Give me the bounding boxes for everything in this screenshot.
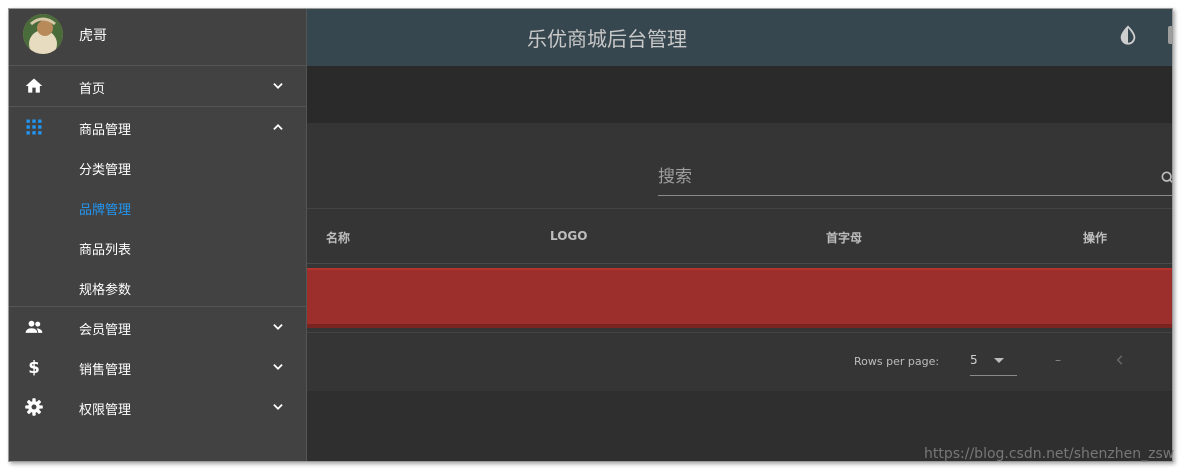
- chevron-down-icon: [273, 83, 283, 89]
- search-field: [658, 160, 1173, 196]
- nav-item-permissions[interactable]: 权限管理: [9, 387, 306, 427]
- rows-per-page-label: Rows per page:: [854, 355, 940, 368]
- user-name: 虎哥: [79, 28, 107, 44]
- nav-item-label: 首页: [79, 82, 106, 97]
- avatar[interactable]: [23, 14, 63, 54]
- navigation-drawer: 虎哥 首页 商品管理 分类管理 品牌管理 商品列表 规格参数 会员管理 $ 销售…: [9, 9, 307, 461]
- app-window: 乐优商城后台管理 名称 LOGO 首字母 操作 Rows per page: 5: [8, 8, 1173, 462]
- app-title: 乐优商城后台管理: [527, 27, 687, 51]
- people-icon: [25, 320, 43, 333]
- nav-subitem-label: 分类管理: [79, 163, 132, 178]
- nav-item-goods[interactable]: 商品管理: [9, 107, 306, 147]
- nav-item-label: 销售管理: [79, 363, 132, 378]
- rows-per-page-select[interactable]: 5: [970, 346, 1017, 376]
- nav-item-members[interactable]: 会员管理: [9, 307, 306, 347]
- chevron-left-icon[interactable]: [1113, 352, 1127, 368]
- search-input[interactable]: [658, 160, 1148, 194]
- nav-item-label: 商品管理: [79, 123, 132, 138]
- invert-colors-icon[interactable]: [1117, 24, 1139, 46]
- page-range-text: –: [1055, 353, 1061, 367]
- dropdown-arrow-icon: [994, 358, 1004, 363]
- chevron-up-icon: [273, 124, 283, 130]
- search-icon[interactable]: [1160, 170, 1173, 186]
- rows-per-page-value: 5: [970, 353, 978, 367]
- nav-subitem-category[interactable]: 分类管理: [9, 147, 306, 187]
- avatar-image: [23, 14, 63, 54]
- home-icon: [25, 78, 43, 93]
- nav-subitem-label: 商品列表: [79, 243, 132, 258]
- user-profile: 虎哥: [9, 9, 306, 66]
- nav-item-sales[interactable]: $ 销售管理: [9, 347, 306, 387]
- nav-subitem-brand[interactable]: 品牌管理: [9, 187, 306, 227]
- nav-subitem-spec[interactable]: 规格参数: [9, 267, 306, 307]
- apps-grid-icon: [26, 119, 42, 135]
- dollar-icon: $: [28, 358, 40, 377]
- gear-icon: [25, 398, 43, 416]
- nav-item-label: 会员管理: [79, 323, 132, 338]
- column-header-name[interactable]: 名称: [326, 229, 350, 246]
- watermark: https://blog.csdn.net/shenzhen_zsw: [924, 446, 1175, 462]
- nav-item-home[interactable]: 首页: [9, 66, 306, 106]
- nav-subitem-label: 规格参数: [79, 283, 132, 298]
- nav-item-label: 权限管理: [79, 403, 132, 418]
- nav-subitem-label: 品牌管理: [79, 203, 132, 218]
- svg-text:$: $: [28, 358, 40, 377]
- chevron-down-icon: [273, 324, 283, 330]
- column-header-logo[interactable]: LOGO: [550, 229, 587, 243]
- nav-subitem-goods-list[interactable]: 商品列表: [9, 227, 306, 267]
- column-header-action: 操作: [1083, 231, 1108, 245]
- chevron-down-icon: [273, 364, 283, 370]
- chevron-down-icon: [273, 404, 283, 410]
- more-icon[interactable]: [1168, 26, 1172, 44]
- column-header-letter[interactable]: 首字母: [826, 229, 862, 246]
